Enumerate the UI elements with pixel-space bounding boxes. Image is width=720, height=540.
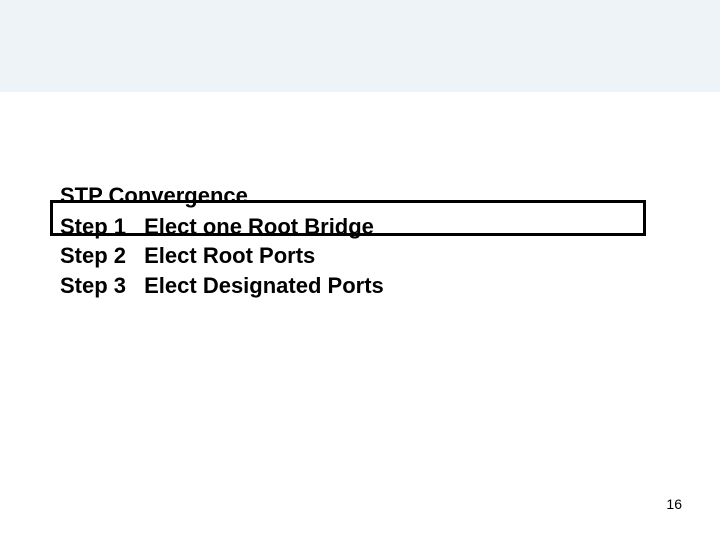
step-row-1: Step 1 Elect one Root Bridge <box>60 212 660 242</box>
step-1-label: Step 1 <box>60 212 138 242</box>
step-2-text: Elect Root Ports <box>144 243 315 268</box>
step-row-3: Step 3 Elect Designated Ports <box>60 271 660 301</box>
step-3-text: Elect Designated Ports <box>144 273 384 298</box>
step-3-label: Step 3 <box>60 271 138 301</box>
content-block: STP Convergence Step 1 Elect one Root Br… <box>60 182 660 301</box>
step-2-label: Step 2 <box>60 241 138 271</box>
header-band <box>0 0 720 92</box>
step-row-2: Step 2 Elect Root Ports <box>60 241 660 271</box>
step-1-text: Elect one Root Bridge <box>144 214 374 239</box>
page-number: 16 <box>666 496 682 512</box>
heading: STP Convergence <box>60 182 660 210</box>
